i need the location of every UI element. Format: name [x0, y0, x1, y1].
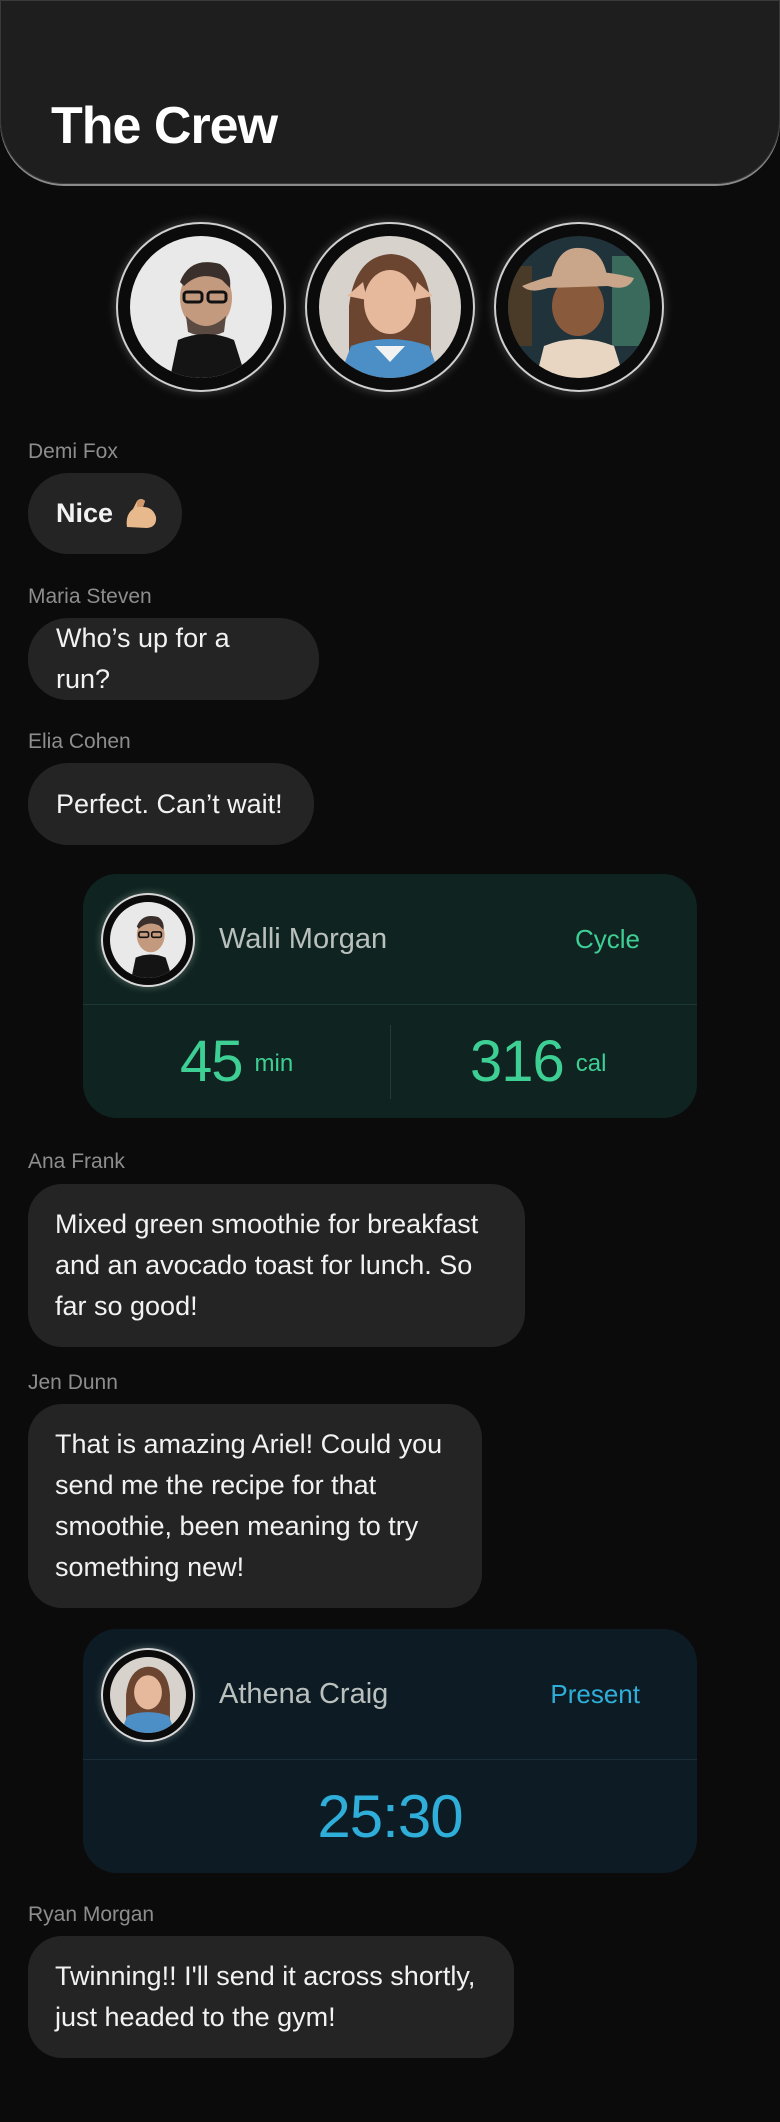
crew-avatars [116, 222, 664, 392]
message-line: Mixed green smoothie for breakfast [55, 1209, 479, 1239]
message-bubble[interactable]: Who’s up for a run? [28, 618, 319, 700]
woman-peace-sign-photo [319, 236, 461, 378]
member-avatar-2[interactable] [305, 222, 475, 392]
man-glasses-photo [110, 902, 186, 978]
message-bubble[interactable]: Nice [28, 473, 182, 554]
message-line: something new! [55, 1552, 245, 1582]
card-user-name: Athena Craig [219, 1677, 389, 1710]
sender-name: Maria Steven [28, 585, 152, 608]
message-bubble[interactable]: Mixed green smoothie for breakfast and a… [28, 1184, 525, 1347]
man-hat-photo [508, 236, 650, 378]
sender-name: Demi Fox [28, 440, 118, 463]
message-line: just headed to the gym! [55, 2002, 336, 2032]
message-line: Twinning!! I'll send it across shortly, [55, 1961, 476, 1991]
flexed-biceps-icon [123, 497, 159, 531]
message-text: Who’s up for a run? [56, 623, 230, 694]
calories-stat: 316 cal [470, 1005, 606, 1118]
sender-name: Jen Dunn [28, 1371, 118, 1394]
card-avatar [101, 893, 195, 987]
page-title: The Crew [51, 97, 278, 155]
message-line: send me the recipe for that [55, 1470, 377, 1500]
message-bubble[interactable]: Perfect. Can’t wait! [28, 763, 314, 845]
message-bubble[interactable]: That is amazing Ariel! Could you send me… [28, 1404, 482, 1608]
duration-stat: 45 min [180, 1005, 293, 1118]
sender-name: Elia Cohen [28, 730, 131, 753]
timer-value: 25:30 [317, 1783, 463, 1850]
duration-value: 45 [180, 1029, 244, 1094]
activity-card-cycle[interactable]: Walli Morgan Cycle 45 min 316 cal [83, 874, 697, 1118]
sender-name: Ryan Morgan [28, 1903, 155, 1926]
message-line: That is amazing Ariel! Could you [55, 1429, 443, 1459]
calories-unit: cal [575, 1049, 607, 1077]
card-activity-label: Cycle [574, 923, 640, 954]
member-avatar-1[interactable] [116, 222, 286, 392]
message-line: and an avocado toast for lunch. So [55, 1250, 473, 1280]
card-activity-label: Present [550, 1678, 640, 1709]
duration-unit: min [254, 1049, 294, 1077]
woman-peace-sign-photo [110, 1657, 186, 1733]
sender-name: Ana Frank [28, 1150, 125, 1173]
activity-card-present[interactable]: Athena Craig Present 25:30 [83, 1629, 697, 1873]
calories-value: 316 [470, 1029, 565, 1094]
member-avatar-3[interactable] [494, 222, 664, 392]
card-user-name: Walli Morgan [219, 922, 388, 955]
stat-divider [390, 1025, 391, 1099]
message-bubble[interactable]: Twinning!! I'll send it across shortly, … [28, 1936, 514, 2058]
man-glasses-photo [130, 236, 272, 378]
message-text: Perfect. Can’t wait! [56, 788, 283, 819]
message-text: Nice [56, 498, 114, 528]
message-line: smoothie, been meaning to try [55, 1511, 419, 1541]
message-line: far so good! [55, 1291, 198, 1321]
header-bar: The Crew [0, 0, 780, 184]
card-avatar [101, 1648, 195, 1742]
